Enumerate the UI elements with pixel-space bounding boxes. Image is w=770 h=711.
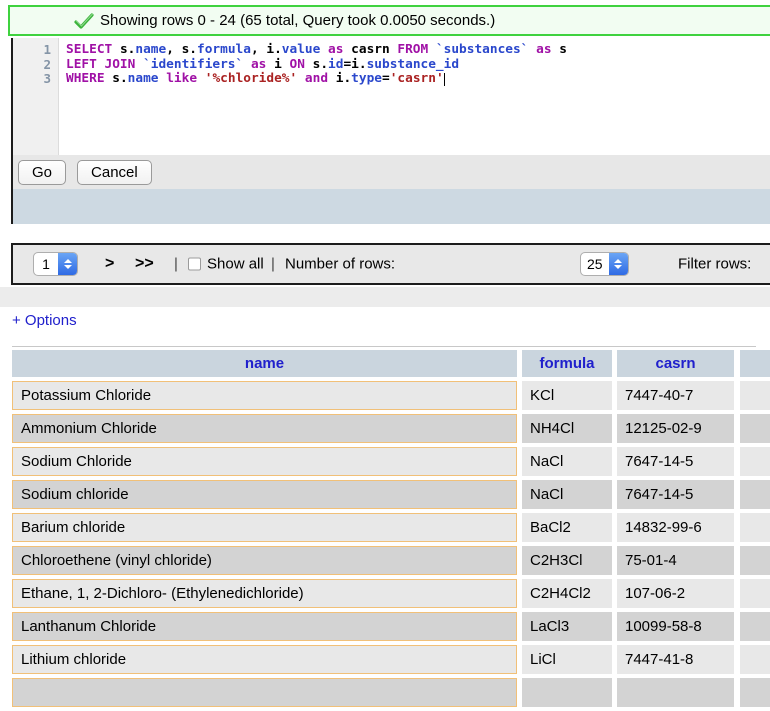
table-row: Potassium ChlorideKCl7447-40-7 — [12, 381, 770, 410]
select-stepper-icon — [58, 253, 77, 275]
cell-formula[interactable]: NH4Cl — [522, 414, 612, 443]
column-header-name[interactable]: name — [12, 350, 517, 377]
cell-casrn[interactable]: 7447-40-7 — [617, 381, 734, 410]
text-cursor — [444, 73, 445, 86]
show-all-checkbox[interactable] — [188, 258, 201, 271]
cell-casrn[interactable]: 107-06-2 — [617, 579, 734, 608]
rows-per-page-value: 25 — [581, 253, 609, 275]
section-divider-strip — [0, 287, 770, 307]
table-row: Chloroethene (vinyl chloride)C2H3Cl75-01… — [12, 546, 770, 575]
cell-casrn[interactable]: 7647-14-5 — [617, 480, 734, 509]
results-table: name formula casrn Potassium ChlorideKCl… — [12, 350, 770, 711]
sql-editor[interactable]: 123 SELECT s.name, s.formula, i.value as… — [13, 38, 770, 155]
cell-casrn[interactable]: 12125-02-9 — [617, 414, 734, 443]
column-header-casrn[interactable]: casrn — [617, 350, 734, 377]
sql-line: SELECT s.name, s.formula, i.value as cas… — [66, 43, 770, 58]
cell-clipped — [740, 645, 770, 674]
cell-clipped — [740, 381, 770, 410]
table-row: Sodium ChlorideNaCl7647-14-5 — [12, 447, 770, 476]
page-select[interactable]: 1 — [33, 252, 78, 276]
table-row: Ethane, 1, 2-Dichloro- (Ethylenedichlori… — [12, 579, 770, 608]
table-row: Sodium chlorideNaCl7647-14-5 — [12, 480, 770, 509]
cell-casrn[interactable]: 75-01-4 — [617, 546, 734, 575]
cell-formula[interactable] — [522, 678, 612, 707]
success-check-icon — [74, 13, 94, 29]
cell-name[interactable]: Lanthanum Chloride — [12, 612, 517, 641]
status-message-text: Showing rows 0 - 24 (65 total, Query too… — [100, 12, 495, 29]
cell-formula[interactable]: NaCl — [522, 480, 612, 509]
cell-formula[interactable]: BaCl2 — [522, 513, 612, 542]
status-message-bar: Showing rows 0 - 24 (65 total, Query too… — [8, 5, 770, 36]
column-header-formula[interactable]: formula — [522, 350, 612, 377]
cell-name[interactable]: Barium chloride — [12, 513, 517, 542]
query-box: 123 SELECT s.name, s.formula, i.value as… — [11, 38, 770, 224]
cell-casrn[interactable]: 10099-58-8 — [617, 612, 734, 641]
cell-name[interactable]: Potassium Chloride — [12, 381, 517, 410]
pagination-bar: 1 > >> | Show all | Number of rows: 25 F… — [11, 243, 770, 285]
column-header-clipped — [740, 350, 770, 377]
cell-clipped — [740, 513, 770, 542]
sql-gutter: 123 — [13, 38, 59, 155]
cell-casrn[interactable]: 14832-99-6 — [617, 513, 734, 542]
table-header-row: name formula casrn — [12, 350, 770, 377]
cancel-button[interactable]: Cancel — [77, 160, 152, 185]
cell-casrn[interactable] — [617, 678, 734, 707]
cell-formula[interactable]: NaCl — [522, 447, 612, 476]
line-number: 2 — [13, 58, 51, 73]
cell-formula[interactable]: C2H4Cl2 — [522, 579, 612, 608]
cell-clipped — [740, 612, 770, 641]
table-top-border — [12, 346, 756, 347]
cell-casrn[interactable]: 7447-41-8 — [617, 645, 734, 674]
cell-clipped — [740, 678, 770, 707]
cell-name[interactable]: Ethane, 1, 2-Dichloro- (Ethylenedichlori… — [12, 579, 517, 608]
cell-clipped — [740, 579, 770, 608]
select-stepper-icon — [609, 253, 628, 275]
show-all-label[interactable]: Show all — [207, 256, 264, 273]
cell-name[interactable]: Sodium chloride — [12, 480, 517, 509]
next-page-link[interactable]: > — [105, 255, 114, 273]
cell-casrn[interactable]: 7647-14-5 — [617, 447, 734, 476]
last-page-link[interactable]: >> — [135, 255, 154, 273]
filter-rows-label: Filter rows: — [678, 256, 751, 273]
cell-name[interactable] — [12, 678, 517, 707]
cell-clipped — [740, 546, 770, 575]
table-row: Lanthanum ChlorideLaCl310099-58-8 — [12, 612, 770, 641]
table-row: Lithium chlorideLiCl7447-41-8 — [12, 645, 770, 674]
query-footer-strip — [13, 189, 770, 224]
cell-name[interactable]: Ammonium Chloride — [12, 414, 517, 443]
sql-code[interactable]: SELECT s.name, s.formula, i.value as cas… — [59, 38, 770, 155]
cell-formula[interactable]: LaCl3 — [522, 612, 612, 641]
cell-formula[interactable]: KCl — [522, 381, 612, 410]
rows-per-page-select[interactable]: 25 — [580, 252, 629, 276]
query-toolbar: Go Cancel — [13, 155, 770, 189]
go-button[interactable]: Go — [18, 160, 66, 185]
separator: | — [271, 256, 275, 273]
cell-clipped — [740, 480, 770, 509]
cell-clipped — [740, 447, 770, 476]
sql-line: WHERE s.name like '%chloride%' and i.typ… — [66, 72, 770, 87]
page-select-value: 1 — [34, 253, 58, 275]
separator: | — [174, 256, 178, 273]
sql-line: LEFT JOIN `identifiers` as i ON s.id=i.s… — [66, 58, 770, 73]
cell-name[interactable]: Chloroethene (vinyl chloride) — [12, 546, 517, 575]
cell-formula[interactable]: C2H3Cl — [522, 546, 612, 575]
table-row-clipped — [12, 678, 770, 707]
cell-name[interactable]: Sodium Chloride — [12, 447, 517, 476]
cell-name[interactable]: Lithium chloride — [12, 645, 517, 674]
results-table-body: Potassium ChlorideKCl7447-40-7 Ammonium C… — [12, 381, 770, 707]
number-of-rows-label: Number of rows: — [285, 256, 395, 273]
table-row: Ammonium ChlorideNH4Cl12125-02-9 — [12, 414, 770, 443]
options-toggle-link[interactable]: + Options — [12, 312, 77, 329]
table-row: Barium chlorideBaCl214832-99-6 — [12, 513, 770, 542]
cell-formula[interactable]: LiCl — [522, 645, 612, 674]
cell-clipped — [740, 414, 770, 443]
line-number: 3 — [13, 72, 51, 87]
line-number: 1 — [13, 43, 51, 58]
